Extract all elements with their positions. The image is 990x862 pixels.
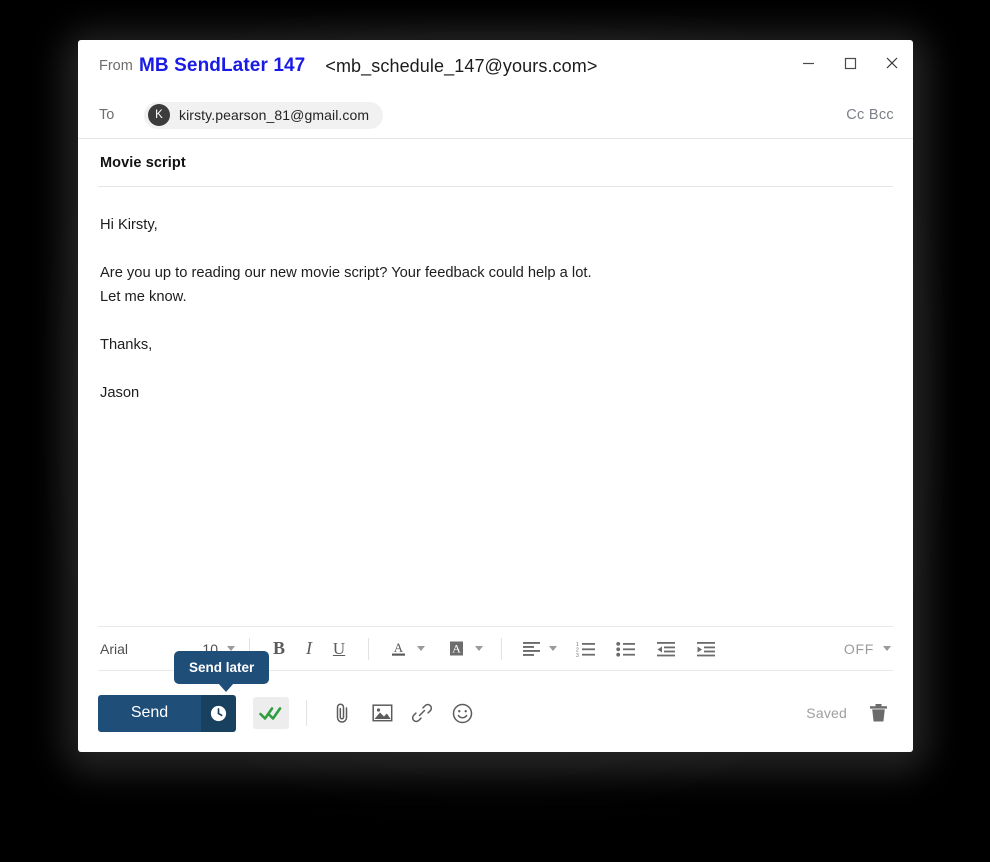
double-check-icon [259, 706, 282, 720]
body-line: Thanks, [100, 337, 153, 353]
attach-file-button[interactable] [324, 696, 360, 730]
bullet-list-icon [616, 641, 635, 657]
body-line: Are you up to reading our new movie scri… [100, 265, 592, 281]
saved-status: Saved [806, 705, 847, 721]
body-line: Jason [100, 385, 140, 401]
send-later-button[interactable] [201, 694, 236, 732]
send-button[interactable]: Send [98, 694, 201, 732]
insert-emoji-button[interactable] [444, 696, 480, 730]
indent-icon [697, 641, 715, 656]
from-row: From MB SendLater 147 <mb_schedule_147@y… [78, 40, 913, 92]
outdent-button[interactable] [651, 634, 681, 664]
italic-button[interactable]: I [294, 634, 324, 664]
subject-row[interactable]: Movie script [78, 139, 913, 186]
align-button[interactable] [516, 634, 546, 664]
send-button-group: Send [98, 694, 236, 732]
body-line: Let me know. [100, 289, 187, 305]
action-divider [306, 700, 307, 726]
paperclip-icon [336, 703, 348, 723]
minimize-button[interactable] [787, 44, 829, 82]
from-address[interactable]: <mb_schedule_147@yours.com> [325, 56, 597, 77]
close-button[interactable] [871, 44, 913, 82]
image-icon [371, 704, 392, 722]
font-color-button[interactable]: A [383, 634, 413, 664]
svg-text:A: A [393, 640, 403, 655]
bullet-list-button[interactable] [611, 634, 641, 664]
close-icon [886, 57, 898, 69]
recipient-chip[interactable]: K kirsty.pearson_81@gmail.com [144, 101, 384, 129]
trash-icon [869, 704, 887, 722]
read-receipt-button[interactable] [253, 697, 289, 729]
toolbar-divider [501, 637, 502, 660]
window-controls [787, 44, 913, 82]
insert-link-button[interactable] [404, 696, 440, 730]
svg-text:A: A [452, 642, 461, 656]
tracking-toggle[interactable]: OFF [844, 641, 893, 657]
discard-button[interactable] [863, 698, 893, 728]
from-display-name[interactable]: MB SendLater 147 [139, 55, 305, 77]
outdent-icon [657, 641, 675, 656]
from-label: From [99, 58, 133, 74]
link-icon [411, 703, 433, 723]
font-color-icon: A [391, 640, 405, 656]
compose-window: From MB SendLater 147 <mb_schedule_147@y… [78, 40, 913, 752]
chevron-down-icon[interactable] [549, 646, 557, 651]
chevron-down-icon[interactable] [883, 646, 891, 651]
send-later-tooltip: Send later [174, 651, 270, 692]
body-line: Hi Kirsty, [100, 217, 158, 233]
numbered-list-icon: 1 2 3 [576, 642, 595, 657]
align-left-icon [522, 642, 540, 656]
subject-text: Movie script [100, 154, 186, 171]
underline-button[interactable]: U [324, 634, 354, 664]
chevron-down-icon[interactable] [475, 646, 483, 651]
highlight-color-icon: A [449, 641, 463, 656]
chevron-down-icon[interactable] [417, 646, 425, 651]
to-row[interactable]: To K kirsty.pearson_81@gmail.com Cc Bcc [78, 92, 913, 139]
cc-bcc-toggle[interactable]: Cc Bcc [846, 107, 894, 123]
svg-text:3: 3 [576, 653, 579, 657]
insert-image-button[interactable] [364, 696, 400, 730]
action-bar: Send Saved [98, 688, 893, 738]
toolbar-divider [368, 637, 369, 660]
emoji-icon [452, 703, 472, 723]
minimize-icon [802, 62, 814, 64]
indent-button[interactable] [691, 634, 721, 664]
highlight-color-button[interactable]: A [441, 634, 471, 664]
maximize-button[interactable] [829, 44, 871, 82]
avatar: K [148, 104, 170, 126]
message-body[interactable]: Hi Kirsty, Are you up to reading our new… [78, 187, 913, 627]
tracking-state-label: OFF [843, 640, 874, 657]
to-label: To [99, 107, 115, 123]
clock-icon [210, 705, 227, 721]
numbered-list-button[interactable]: 1 2 3 [571, 634, 601, 664]
recipient-email: kirsty.pearson_81@gmail.com [179, 107, 370, 123]
maximize-icon [844, 57, 856, 69]
